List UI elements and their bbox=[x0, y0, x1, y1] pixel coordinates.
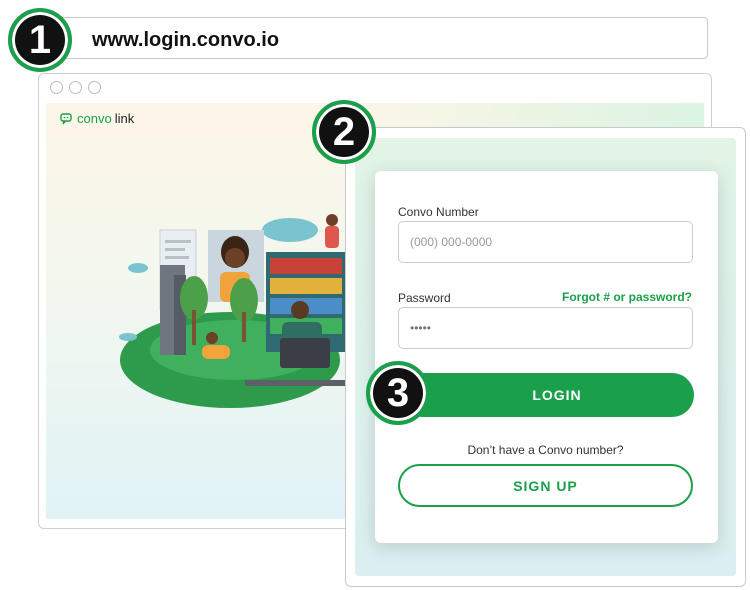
no-account-text: Don’t have a Convo number? bbox=[467, 443, 624, 457]
url-text[interactable]: www.login.convo.io bbox=[92, 29, 279, 52]
convo-number-label: Convo Number bbox=[398, 205, 479, 219]
step-badge-1: 1 bbox=[8, 8, 72, 72]
browser-dot-icon bbox=[50, 81, 63, 94]
login-button[interactable]: LOGIN bbox=[400, 373, 694, 417]
browser-dot-icon bbox=[69, 81, 82, 94]
convo-number-input[interactable]: (000) 000-0000 bbox=[398, 221, 693, 263]
logo-link-text: link bbox=[114, 111, 135, 126]
logo-convo-text: convo bbox=[77, 111, 112, 126]
password-input[interactable]: ••••• bbox=[398, 307, 693, 349]
password-label: Password bbox=[398, 291, 451, 305]
convo-logo: convo link bbox=[60, 111, 134, 126]
remote-work-illustration bbox=[119, 214, 346, 408]
browser-dot-icon bbox=[88, 81, 101, 94]
forgot-password-link[interactable]: Forgot # or password? bbox=[562, 290, 692, 304]
convo-logo-icon bbox=[60, 112, 72, 124]
step-badge-2: 2 bbox=[312, 100, 376, 164]
step-badge-3: 3 bbox=[366, 361, 430, 425]
signup-button[interactable]: SIGN UP bbox=[398, 464, 693, 507]
